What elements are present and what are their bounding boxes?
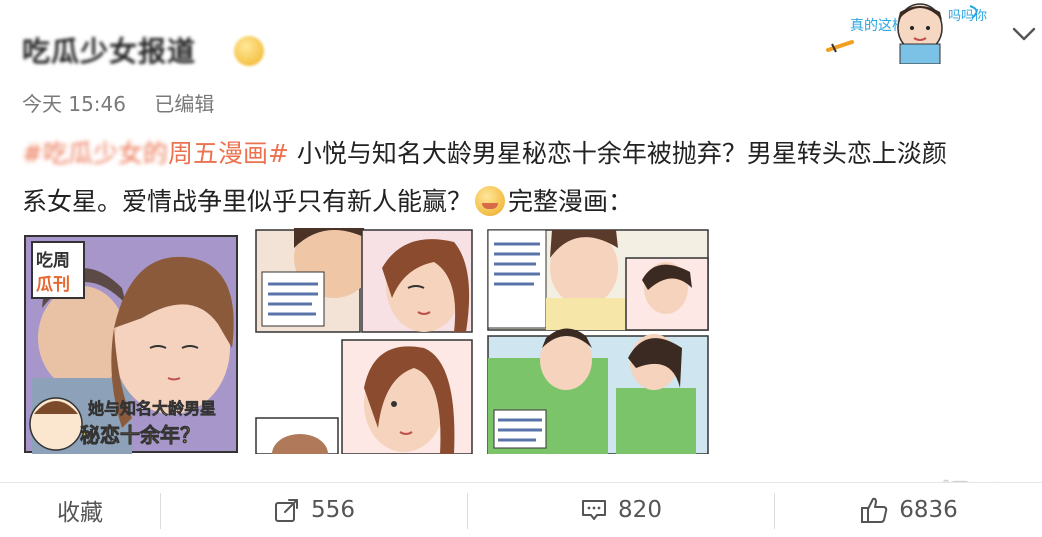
edited-label[interactable]: 已编辑 <box>154 92 214 116</box>
author-emoji-icon <box>234 36 264 66</box>
comment-button[interactable]: 820 <box>468 483 774 537</box>
comic-thumbnail-3[interactable] <box>486 228 710 454</box>
repost-icon <box>273 496 301 524</box>
sticker-avatar-icon: 真的这样 吗吗你 <box>826 3 987 64</box>
post-header: 吃瓜少女报道 真的这样 吗吗你 <box>0 0 1042 80</box>
topic-link[interactable]: 周五漫画# <box>168 139 289 168</box>
thumbs-up-icon <box>859 495 889 525</box>
favorite-label: 收藏 <box>57 500 103 526</box>
post-text-line1: 小悦与知名大龄男星秘恋十余年被抛弃？男星转头恋上淡颜 <box>288 139 947 168</box>
post-time[interactable]: 今天 15:46 <box>22 92 126 116</box>
like-button[interactable]: 6836 <box>775 483 1042 537</box>
comic-thumbnail-2[interactable] <box>254 228 474 454</box>
comic-badge-top: 吃周 <box>36 250 70 271</box>
sticker-right-text: 吗吗你 <box>948 9 987 24</box>
author-name[interactable]: 吃瓜少女报道 <box>22 30 196 70</box>
favorite-button[interactable]: 收藏 <box>0 483 160 537</box>
comic-thumbnails: 吃周 瓜刊 她与知名大龄男星 秘恋十余年？ <box>22 228 722 454</box>
comic-thumbnail-1[interactable]: 吃周 瓜刊 她与知名大龄男星 秘恋十余年？ <box>22 228 242 454</box>
like-count: 6836 <box>899 497 958 523</box>
comment-count: 820 <box>618 497 662 523</box>
comic-caption-1: 她与知名大龄男星 <box>88 399 216 418</box>
comic-caption-2: 秘恋十余年？ <box>80 423 200 447</box>
repost-button[interactable]: 556 <box>161 483 467 537</box>
grin-emoji-icon <box>475 186 506 216</box>
repost-count: 556 <box>311 497 355 523</box>
comic-badge-bottom: 瓜刊 <box>36 275 70 295</box>
topic-link-blurred[interactable]: #吃瓜少女的 <box>22 139 168 168</box>
post-text-line2: 系女星。爱情战争里似乎只有新人能赢？ <box>22 187 473 216</box>
post-meta: 今天 15:46 已编辑 <box>22 88 236 117</box>
post-action-bar: 收藏 556 820 6836 <box>0 482 1042 537</box>
post-content: #吃瓜少女的周五漫画# 小悦与知名大龄男星秘恋十余年被抛弃？男星转头恋上淡颜 系… <box>22 130 1032 226</box>
comment-icon <box>580 496 608 524</box>
chevron-down-icon[interactable] <box>1010 20 1038 48</box>
post-text-tail: 完整漫画： <box>508 187 634 216</box>
